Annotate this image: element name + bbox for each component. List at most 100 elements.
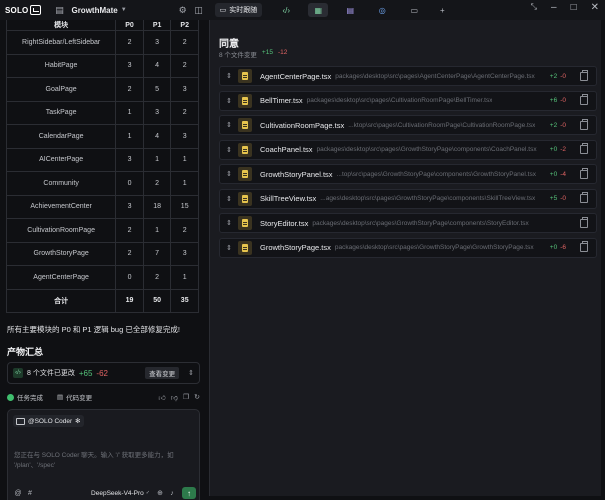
mention-icon[interactable]: @ (12, 490, 24, 497)
expand-icon[interactable]: ⇕ (220, 219, 238, 227)
project-name: GrowthMate (71, 5, 118, 15)
copy-icon[interactable] (580, 94, 588, 105)
expand-icon[interactable]: ⇕ (220, 244, 238, 252)
table-cell: 3 (170, 77, 199, 102)
table-cell: 3 (170, 124, 199, 149)
input-toolbar: @ # DeepSeek-V4-Pro ✓ ⊕ ♪ ↑ (12, 487, 196, 499)
table-row: AchievementCenter 3 18 15 (5, 194, 199, 219)
expand-icon[interactable]: ⇕ (220, 72, 238, 80)
message-actions: 👍︎ 👎︎ ❐ ↻ (158, 393, 200, 402)
file-name: GrowthStoryPage.tsx (260, 243, 331, 252)
lines-removed: -2 (560, 146, 566, 153)
file-change-row[interactable]: ⇕ SkillTreeView.tsx ...ages\desktop\src\… (219, 188, 597, 209)
collapse-icon[interactable]: ⤡ (531, 2, 537, 13)
expand-icon[interactable]: ⇕ (220, 170, 238, 178)
copy-icon[interactable] (580, 118, 588, 130)
tab-table[interactable]: ▦ (308, 3, 329, 17)
copy-icon[interactable] (580, 143, 588, 154)
file-diff-stat: +0 -4 (550, 171, 566, 178)
table-cell: 0 (115, 171, 144, 196)
section-title: 产物汇总 (7, 347, 44, 357)
table-cell: 4 (142, 53, 172, 78)
lines-removed: -0 (560, 97, 566, 104)
code-changes-link[interactable]: ▤ 代码变更 (57, 392, 92, 402)
add-tab-button[interactable]: + (432, 3, 452, 17)
file-icon (238, 216, 252, 230)
thumbs-up-icon[interactable]: 👍︎ (158, 393, 165, 402)
copy-icon[interactable] (580, 241, 588, 252)
minimize-icon[interactable]: – (551, 2, 557, 13)
copy-icon[interactable] (580, 192, 588, 203)
table-cell: 7 (142, 241, 172, 266)
file-change-row[interactable]: ⇕ BellTimer.tsx packages\desktop\src\pag… (219, 90, 597, 111)
tab-document[interactable]: ▤ (340, 3, 360, 17)
sidebar-toggle-icon[interactable]: ▤ (51, 2, 67, 18)
copy-icon[interactable] (580, 216, 588, 228)
app-logo[interactable]: SOLO (5, 5, 42, 15)
table-cell: GoalPage (5, 77, 117, 102)
chat-input-box[interactable]: @SOLO Coder ✻ 您正在与 SOLO Coder 聊天。输入 '/' … (7, 409, 200, 500)
expand-icon[interactable]: ⇕ (220, 97, 238, 105)
file-change-row[interactable]: ⇕ GrowthStoryPanel.tsx ...top\src\pages\… (219, 164, 597, 184)
table-row: GrowthStoryPage 2 7 3 (5, 241, 199, 266)
table-cell: 1 (170, 147, 199, 172)
table-cell: 2 (115, 30, 144, 55)
model-selector[interactable]: DeepSeek-V4-Pro ✓ (91, 490, 150, 497)
table-cell: 3 (142, 30, 172, 55)
tab-live-follow[interactable]: ▭ 实时跟随 (214, 3, 263, 17)
expand-icon[interactable]: ⇕ (220, 195, 238, 203)
lines-removed: -0 (560, 195, 566, 202)
file-change-row[interactable]: ⇕ StoryEditor.tsx packages\desktop\src\p… (219, 213, 597, 233)
expand-collapse-icon[interactable]: ⇕ (188, 369, 194, 377)
table-cell: 2 (115, 241, 144, 266)
add-context-icon[interactable]: ⊕ (154, 489, 166, 497)
file-change-row[interactable]: ⇕ GrowthStoryPage.tsx packages\desktop\s… (219, 237, 597, 258)
close-icon[interactable]: ✕ (591, 2, 599, 13)
file-icon (238, 93, 252, 108)
expand-icon[interactable]: ⇕ (220, 146, 238, 154)
lines-added: +15 (261, 49, 273, 56)
layout-icon[interactable]: ◫ (191, 2, 207, 18)
hash-icon[interactable]: # (24, 490, 36, 497)
send-button[interactable]: ↑ (182, 487, 196, 499)
gear-icon[interactable]: ⚙ (175, 2, 191, 18)
file-change-row[interactable]: ⇕ CultivationRoomPage.tsx ...ktop\src\pa… (219, 115, 597, 135)
copy-icon[interactable] (580, 167, 588, 179)
terminal-icon: ▭ (410, 5, 419, 15)
tools-icon: ✻ (75, 418, 81, 425)
refresh-icon[interactable]: ↻ (194, 393, 200, 402)
lines-removed: -0 (560, 121, 566, 129)
table-cell: 3 (170, 241, 199, 266)
thumbs-down-icon[interactable]: 👎︎ (171, 393, 178, 402)
chat-input-placeholder[interactable]: 您正在与 SOLO Coder 聊天。输入 '/' 获取更多能力，如 '/pla… (14, 451, 192, 471)
file-icon (238, 240, 252, 255)
panel-subtitle: 8 个文件变更 +15 -12 (219, 49, 287, 59)
maximize-icon[interactable]: □ (571, 2, 577, 13)
tab-browser[interactable]: ◎ (372, 3, 392, 17)
tab-code[interactable]: ‹/› (276, 3, 296, 17)
table-icon: ▦ (314, 5, 323, 15)
table-cell: 合计 (5, 288, 117, 313)
copy-icon[interactable]: ❐ (183, 393, 189, 402)
project-selector[interactable]: GrowthMate ▼ (71, 6, 126, 15)
code-icon: ‹/› (13, 368, 23, 378)
files-changed-count: 8 个文件变更 (219, 52, 257, 59)
table-cell: 1 (115, 100, 144, 125)
agent-selector[interactable]: @SOLO Coder ✻ (13, 415, 84, 427)
microphone-icon[interactable]: ♪ (166, 490, 178, 497)
copy-icon[interactable] (580, 69, 588, 81)
model-name: DeepSeek-V4-Pro (91, 489, 144, 497)
view-changes-button[interactable]: 查看变更 (145, 367, 180, 379)
table-cell: 1 (142, 147, 172, 172)
file-diff-stat: +0 -6 (550, 244, 566, 251)
table-header-cell: P1 (142, 20, 172, 31)
table-cell: 1 (142, 218, 172, 243)
file-name: GrowthStoryPanel.tsx (260, 169, 333, 179)
file-change-row[interactable]: ⇕ CoachPanel.tsx packages\desktop\src\pa… (219, 139, 597, 160)
file-change-row[interactable]: ⇕ AgentCenterPage.tsx packages\desktop\s… (219, 66, 597, 86)
lines-removed: -4 (560, 170, 566, 178)
lines-added: +0 (549, 244, 558, 251)
table-row: GoalPage 2 5 3 (5, 77, 199, 102)
expand-icon[interactable]: ⇕ (220, 121, 238, 129)
tab-terminal[interactable]: ▭ (404, 3, 424, 17)
